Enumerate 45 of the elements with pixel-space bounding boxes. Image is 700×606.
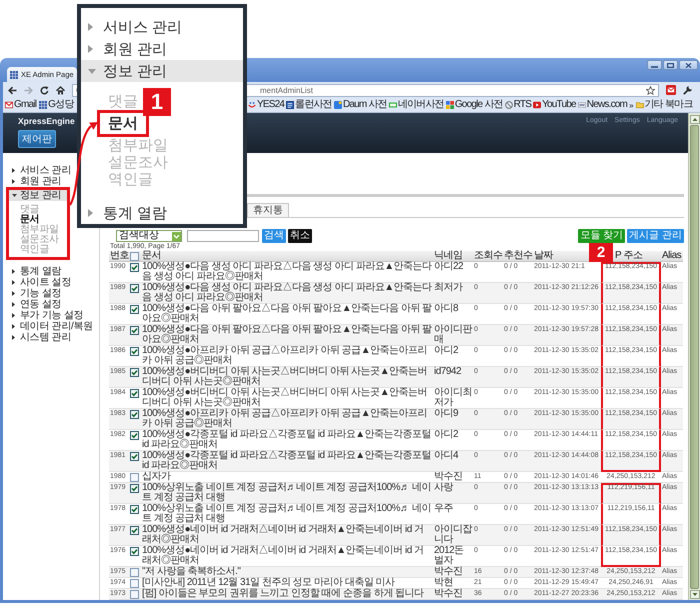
table-cell: 100%생성●버디버디 아뒤 사는곳△버디버디 아뒤 사는곳▲안죽는버디버디 아뒤 사는곳◎판매처 [141,388,433,409]
column-header: 추천수 [503,251,533,262]
column-header: 문서 [141,251,433,262]
table-cell: 100%생성●다음 생성 아디 파라요△다음 생성 아디 파라요▲안죽는다음 생성 아디 파라요◎판매처 [141,283,433,304]
table-cell: 아이디최저가 [433,388,473,409]
table-cell: 박수진 [433,567,473,578]
table-cell: 사랑 [433,483,473,504]
table-cell: 100%생성●버디버디 아뒤 사는곳△버디버디 아뒤 사는곳▲안죽는버디버디 아뒤 사는곳◎판매처 [141,367,433,388]
table-cell: 100%생성●각종포털 id 파라요△각종포털 id 파라요▲안죽는각종포털 id 파라요◎판매처 [141,430,433,451]
table-cell: 아디2 [433,346,473,367]
table-cell: 2012돈벌자 [433,546,473,567]
table-cell: 100%생성●다음 아뒤 팔아요△다음 아뒤 팔아요▲안죽는다음 아뒤 팔아요◎판매처 [141,304,433,325]
table-cell: 아디9 [433,409,473,430]
table-cell: 100%생성●각종포털 id 파라요△각종포털 id 파라요▲안죽는각종포털 id 파라요◎판매처 [141,451,433,472]
table-cell: 100%생성●네이버 id 거래처△네이버 id 거래처▲안죽는네이버 id 거래처◎판매처 [141,525,433,546]
table-cell: 100%생성●다음 생성 아디 파라요△다음 생성 아디 파라요▲안죽는다음 생성 아디 파라요◎판매처 [141,262,433,283]
column-header: 조회수 [473,251,503,262]
table-cell: 아디22 [433,262,473,283]
table-cell: 아디8 [433,304,473,325]
table-cell: 최저가 [433,283,473,304]
column-header: Alias [661,251,683,262]
column-header: 닉네임 [433,251,473,262]
callout-badge: 1 [143,88,171,116]
logo-text: XpressEngine [18,115,75,127]
table-cell: id7942 [433,367,473,388]
table-cell: 아디2 [433,430,473,451]
table-cell: 아디4 [433,451,473,472]
table-cell: 100%생성●아프리카 아뒤 공급△아프리카 아뒤 공급▲안죽는아프리카 아뒤 공급◎판매처 [141,346,433,367]
table-cell: 100%상위노출 네이트 계정 공급처♬네이트 계정 공급처100%♬ 네이트 계정 공급처 대행 [141,504,433,525]
table-cell: "저 사랑을 축복하소서." [141,567,433,578]
table-cell: 박수진 [433,589,473,600]
table-cell: 박현 [433,578,473,589]
table-cell: 박수진 [433,472,473,483]
table-cell: 아이디잡니다 [433,525,473,546]
table-cell: 아이디판매 [433,325,473,346]
table-cell: 100%생성●네이버 id 거래처△네이버 id 거래처▲안죽는네이버 id 거래처◎판매처 [141,546,433,567]
table-cell: [미사안내] 2011년 12월 31일 천주의 성모 마리아 대축일 미사 [141,578,433,589]
table-cell: 우주 [433,504,473,525]
table-cell: 십자가 [141,472,433,483]
table-cell: 100%생성●다음 아뒤 팔아요△다음 아뒤 팔아요▲안죽는다음 아뒤 팔아요◎판매처 [141,325,433,346]
table-cell: 100%생성●아프리카 아뒤 공급△아프리카 아뒤 공급▲안죽는아프리카 아뒤 공급◎판매처 [141,409,433,430]
table-cell: 100%상위노출 네이트 계정 공급처♬네이트 계정 공급처100%♬ 네이트 계정 공급처 대행 [141,483,433,504]
callout-badge: 2 [589,243,613,262]
table-cell: [펌] 아이들은 부모의 권위를 느끼고 인정할 때에 순종을 하게 됩니다 [141,589,433,600]
column-header: 번호 [109,251,129,262]
